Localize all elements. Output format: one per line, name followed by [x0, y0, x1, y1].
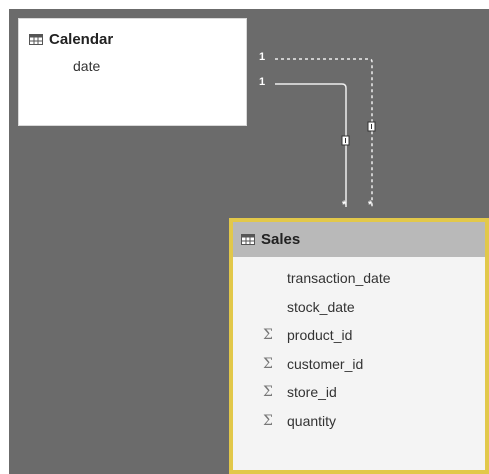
relationship-line-inactive[interactable] [275, 58, 373, 207]
relationship-inactive-from-cardinality: 1 [259, 51, 266, 63]
table-grid-icon [29, 33, 43, 45]
field-label: customer_id [287, 355, 364, 372]
field-label: transaction_date [287, 270, 391, 286]
field-stock-date[interactable]: stock_date [233, 293, 485, 322]
field-transaction-date[interactable]: transaction_date [233, 264, 485, 293]
relationship-inactive-to-cardinality: * [368, 199, 373, 211]
field-label: product_id [287, 327, 353, 343]
table-grid-icon [241, 234, 255, 245]
sigma-sum-icon: Σ [263, 327, 273, 343]
relationship-active-from-cardinality: 1 [259, 76, 266, 88]
field-label: quantity [287, 412, 337, 429]
relationship-active-to-cardinality: * [342, 199, 347, 211]
field-quantity[interactable]: Σ quantity [233, 407, 485, 436]
sigma-sum-icon: Σ [263, 384, 273, 400]
field-label: store_id [287, 384, 337, 400]
table-title-calendar: Calendar [49, 30, 114, 48]
table-card-calendar[interactable]: Calendar date [18, 18, 247, 126]
sigma-sum-icon: Σ [263, 412, 273, 429]
table-title-sales: Sales [261, 231, 301, 248]
relationship-line-active[interactable] [275, 83, 347, 207]
table-card-sales[interactable]: Sales transaction_date stock_date Σ prod… [229, 218, 489, 474]
field-store-id[interactable]: Σ store_id [233, 378, 485, 407]
table-header-sales[interactable]: Sales [233, 222, 485, 257]
sigma-sum-icon: Σ [263, 355, 273, 372]
field-label: date [73, 58, 101, 74]
field-product-id[interactable]: Σ product_id [233, 321, 485, 350]
model-canvas[interactable]: 1 1 * * Calendar date Sales transaction_… [9, 9, 489, 474]
field-date[interactable]: date [19, 55, 246, 77]
field-customer-id[interactable]: Σ customer_id [233, 350, 485, 379]
table-header-calendar[interactable]: Calendar [19, 23, 246, 55]
field-label: stock_date [287, 298, 355, 315]
